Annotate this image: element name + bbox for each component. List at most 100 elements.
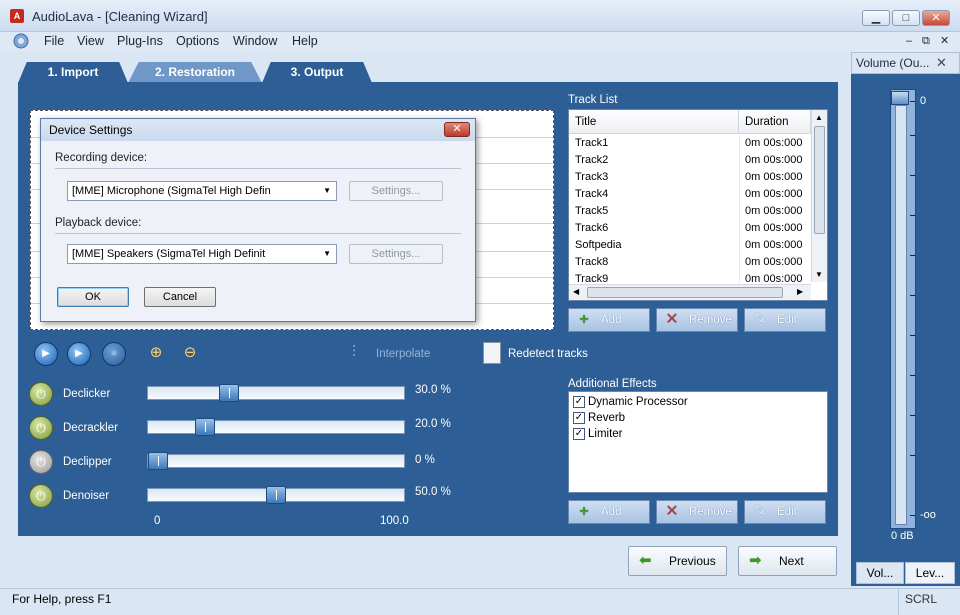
track-edit-label: Edit [777,314,797,326]
list-item[interactable]: ✓ Reverb [573,410,813,426]
tab-levels[interactable]: Lev... [905,562,955,584]
table-row[interactable]: Track1 0m 00s:000 [569,135,811,152]
declicker-slider-thumb[interactable] [218,384,239,402]
playback-settings-button[interactable]: Settings... [349,244,443,264]
slider-scale-min: 0 [154,515,161,527]
declipper-power-icon[interactable]: ⏻ [29,450,53,474]
menu-help[interactable]: Help [292,32,318,50]
menu-view[interactable]: View [77,32,104,50]
document-list-icon [483,342,501,364]
declicker-power-icon[interactable]: ⏻ [29,382,53,406]
list-item[interactable]: ✓ Dynamic Processor [573,394,813,410]
document-icon[interactable] [10,32,32,50]
horizontal-scrollbar-thumb[interactable] [587,287,783,298]
additional-effects-list[interactable]: ✓ Dynamic Processor ✓ Reverb ✓ Limiter [568,391,828,493]
scroll-down-icon[interactable]: ▼ [815,270,823,279]
tab-volume[interactable]: Vol... [856,562,904,584]
track-title: Track8 [575,256,609,268]
volume-panel-title: Volume (Ou... [856,56,930,70]
track-title: Track1 [575,137,609,149]
list-item[interactable]: ✓ Limiter [573,426,813,442]
table-row[interactable]: Track4 0m 00s:000 [569,186,811,203]
playback-device-select[interactable]: [MME] Speakers (SigmaTel High Definit ▼ [67,244,337,264]
scroll-left-icon[interactable]: ◀ [573,287,579,296]
interpolate-button[interactable]: Interpolate [376,348,430,360]
checkbox[interactable]: ✓ [573,396,585,408]
recording-device-select[interactable]: [MME] Microphone (SigmaTel High Defin ▼ [67,181,337,201]
vertical-scrollbar-thumb[interactable] [814,126,825,234]
redetect-tracks-button[interactable]: Redetect tracks [508,348,588,360]
declicker-slider[interactable] [147,384,405,402]
minimize-button[interactable]: ▁ [862,10,890,26]
chevron-down-icon: ▼ [323,249,331,258]
close-button[interactable]: ✕ [922,10,950,26]
effect-add-label: Add [601,506,622,518]
table-row[interactable]: Track5 0m 00s:000 [569,203,811,220]
menu-options[interactable]: Options [176,32,219,50]
track-title: Softpedia [575,239,622,251]
close-icon[interactable]: ✕ [936,55,947,71]
mdi-close-button[interactable]: ✕ [940,32,949,50]
cancel-button[interactable]: Cancel [144,287,216,307]
decrackler-power-icon[interactable]: ⏻ [29,416,53,440]
x-icon: ✕ [665,503,679,520]
column-header-title[interactable]: Title [569,110,739,134]
maximize-button[interactable]: □ [892,10,920,26]
table-row[interactable]: Softpedia 0m 00s:000 [569,237,811,254]
track-edit-button[interactable]: ✎ Edit [744,308,826,332]
ok-button[interactable]: OK [57,287,129,307]
zoom-out-icon[interactable]: ⊖ [180,343,200,363]
track-list[interactable]: Title Duration Track1 0m 00s:000 Track2 0m … [568,109,828,301]
horizontal-scrollbar[interactable]: ◀ ▶ [569,284,811,300]
track-remove-button[interactable]: ✕ Remove [656,308,738,332]
scroll-right-icon[interactable]: ▶ [797,287,803,296]
menu-file[interactable]: File [44,32,64,50]
track-duration: 0m 00s:000 [745,239,803,251]
scroll-up-icon[interactable]: ▲ [815,113,823,122]
track-add-button[interactable]: + Add [568,308,650,332]
device-settings-dialog: Device Settings ✕ Recording device: [MME… [40,118,476,322]
table-row[interactable]: Track3 0m 00s:000 [569,169,811,186]
menu-plugins[interactable]: Plug-Ins [117,32,163,50]
track-title: Track2 [575,154,609,166]
table-row[interactable]: Track2 0m 00s:000 [569,152,811,169]
table-row[interactable]: Track6 0m 00s:000 [569,220,811,237]
decrackler-slider[interactable] [147,418,405,436]
column-header-duration[interactable]: Duration [739,110,811,134]
play-selection-icon[interactable]: ▶ [67,342,91,366]
vertical-scrollbar[interactable]: ▲ ▼ [811,110,827,282]
checkbox[interactable]: ✓ [573,428,585,440]
recording-settings-button[interactable]: Settings... [349,181,443,201]
mdi-restore-button[interactable]: ⧉ [922,32,930,50]
denoiser-slider[interactable] [147,486,405,504]
next-button[interactable]: ➡ Next [738,546,837,576]
stop-icon[interactable]: ■ [102,342,126,366]
menu-window[interactable]: Window [233,32,277,50]
tab-import[interactable]: 1. Import [18,62,128,83]
zoom-in-icon[interactable]: ⊕ [146,343,166,363]
mdi-minimize-button[interactable]: ‒ [906,32,912,50]
plus-icon: + [579,311,589,328]
denoiser-slider-thumb[interactable] [266,486,286,504]
volume-slider-thumb[interactable] [891,91,909,105]
decrackler-label: Decrackler [63,422,118,434]
effect-edit-button[interactable]: ✎ Edit [744,500,826,524]
next-label: Next [779,554,804,568]
tab-restoration[interactable]: 2. Restoration [128,62,262,83]
tab-output[interactable]: 3. Output [262,62,372,83]
status-scrl-indicator: SCRL [905,592,938,606]
app-icon[interactable]: A [10,9,24,23]
decrackler-slider-thumb[interactable] [195,418,216,436]
checkbox[interactable]: ✓ [573,412,585,424]
effect-remove-button[interactable]: ✕ Remove [656,500,738,524]
previous-button[interactable]: ⬅ Previous [628,546,727,576]
volume-slider-track[interactable] [895,105,907,525]
declipper-slider-thumb[interactable] [148,452,168,470]
declipper-slider[interactable] [147,452,405,470]
table-row[interactable]: Track8 0m 00s:000 [569,254,811,271]
denoiser-power-icon[interactable]: ⏻ [29,484,53,508]
dialog-close-button[interactable]: ✕ [444,122,470,137]
effect-add-button[interactable]: + Add [568,500,650,524]
play-icon[interactable]: ▶ [34,342,58,366]
effect-label: Dynamic Processor [588,396,688,408]
